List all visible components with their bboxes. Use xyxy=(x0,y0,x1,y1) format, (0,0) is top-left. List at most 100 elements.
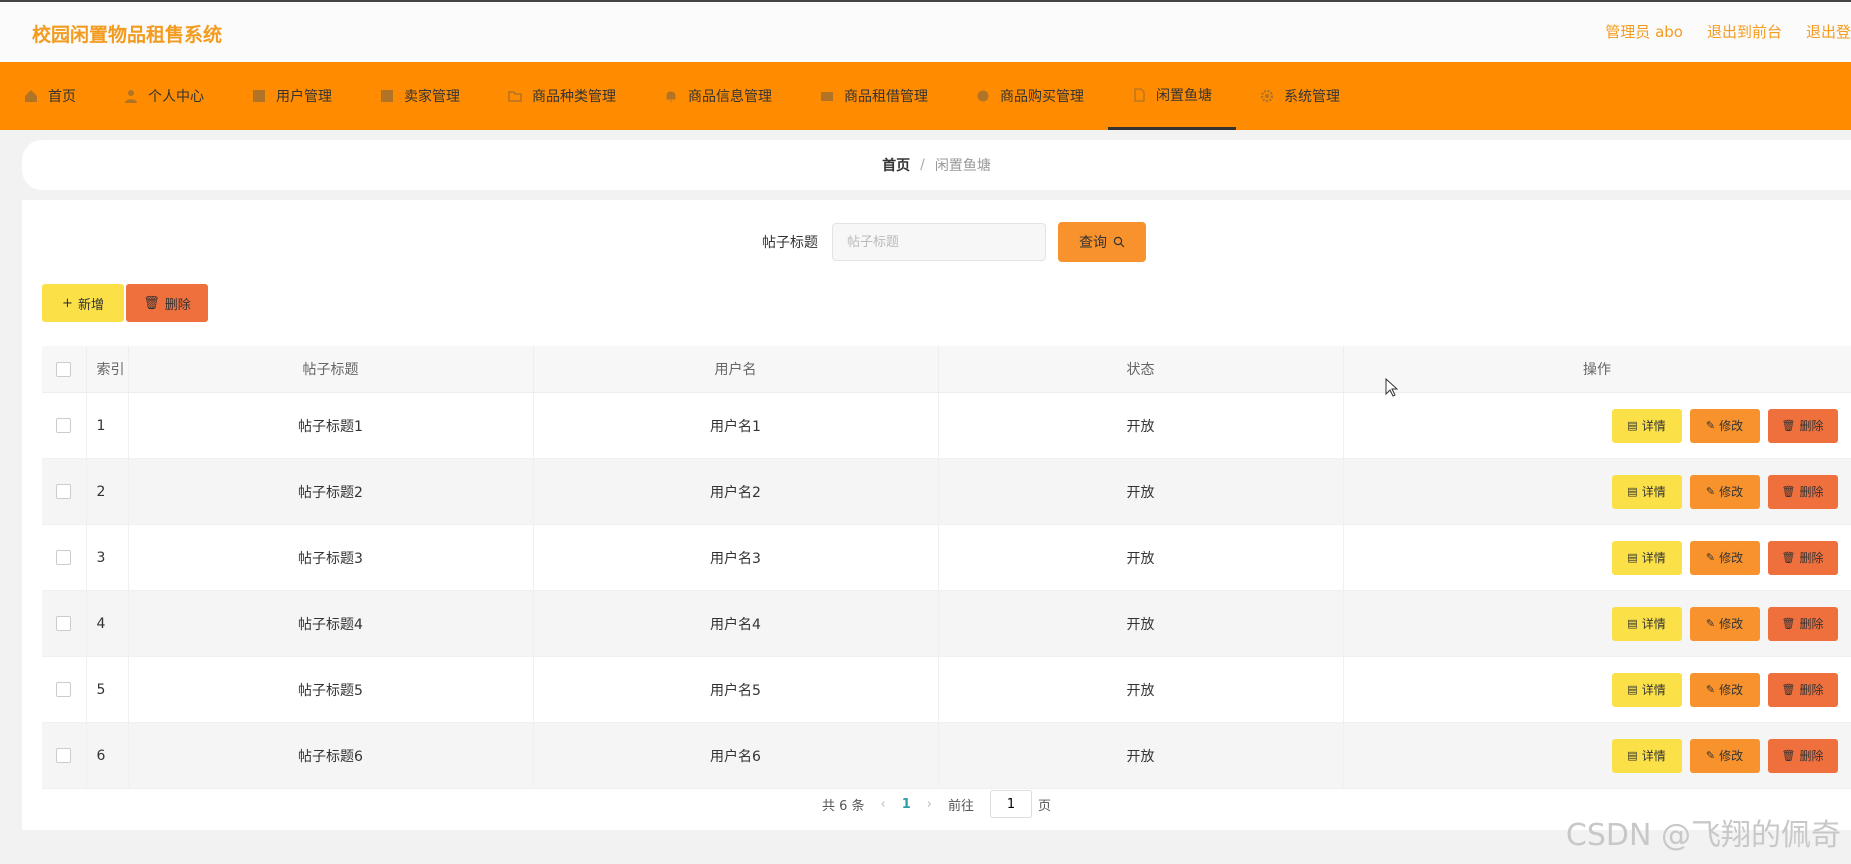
delete-button[interactable]: 🗑 删除 xyxy=(1767,738,1838,773)
row-actions: ▤ 详情 ✎ 修改 🗑 删除 xyxy=(1343,656,1851,723)
row-index: 4 xyxy=(86,590,129,657)
column-header-actions: 操作 xyxy=(1343,346,1851,393)
row-index: 6 xyxy=(86,722,129,789)
trash-icon: 🗑 xyxy=(1781,683,1796,696)
nav-item-personal-center[interactable]: 个人中心 xyxy=(100,62,228,130)
edit-label: 修改 xyxy=(1719,617,1744,631)
bell-icon xyxy=(666,91,676,102)
delete-button[interactable]: 🗑 删除 xyxy=(1767,540,1838,575)
edit-label: 修改 xyxy=(1719,683,1744,697)
batch-delete-button[interactable]: 🗑 删除 xyxy=(126,284,208,322)
breadcrumb-home[interactable]: 首页 xyxy=(882,155,910,175)
detail-label: 详情 xyxy=(1641,551,1666,565)
row-checkbox[interactable] xyxy=(56,550,72,565)
goto-label: 前往 xyxy=(948,798,975,814)
nav-item-home[interactable]: 首页 xyxy=(0,62,100,130)
nav-item-product-info-management[interactable]: 商品信息管理 xyxy=(640,62,796,130)
column-header-index: 索引 xyxy=(86,346,129,393)
nav-item-seller-management[interactable]: 卖家管理 xyxy=(356,62,484,130)
admin-label: 管理员 abo xyxy=(1605,23,1683,41)
goto-page-input[interactable] xyxy=(990,790,1033,818)
delete-label: 删除 xyxy=(1799,617,1824,631)
page-suffix: 页 xyxy=(1038,798,1052,814)
row-title: 帖子标题4 xyxy=(128,590,534,657)
row-status: 开放 xyxy=(938,590,1344,657)
select-all-checkbox[interactable] xyxy=(56,361,72,377)
nav-item-category-management[interactable]: 商品种类管理 xyxy=(484,62,640,130)
detail-button[interactable]: ▤ 详情 xyxy=(1611,540,1682,575)
edit-button[interactable]: ✎ 修改 xyxy=(1689,540,1760,575)
table-row: 6 帖子标题6 用户名6 开放 ▤ 详情 ✎ 修改 🗑 删除 xyxy=(42,722,1851,789)
row-checkbox[interactable] xyxy=(56,484,72,499)
delete-label: 删除 xyxy=(1799,749,1824,763)
nav-item-label: 商品种类管理 xyxy=(532,89,616,105)
next-page-icon[interactable]: › xyxy=(927,797,932,812)
column-header-username: 用户名 xyxy=(533,346,939,393)
document-icon: ▤ xyxy=(1627,749,1638,762)
row-select-cell xyxy=(42,590,87,657)
detail-button[interactable]: ▤ 详情 xyxy=(1611,408,1682,443)
trash-icon: 🗑 xyxy=(143,295,160,311)
add-button[interactable]: + 新增 xyxy=(42,284,124,322)
document-icon: ▤ xyxy=(1627,551,1638,564)
trash-icon: 🗑 xyxy=(1781,617,1796,630)
row-username: 用户名3 xyxy=(533,524,939,591)
delete-button[interactable]: 🗑 删除 xyxy=(1767,408,1838,443)
nav-item-label: 商品购买管理 xyxy=(1000,89,1084,105)
delete-button[interactable]: 🗑 删除 xyxy=(1767,672,1838,707)
edit-label: 修改 xyxy=(1719,485,1744,499)
nav-item-label: 卖家管理 xyxy=(404,89,460,105)
document-icon: ▤ xyxy=(1627,683,1638,696)
trash-icon: 🗑 xyxy=(1781,551,1796,564)
row-select-cell xyxy=(42,392,87,459)
row-status: 开放 xyxy=(938,392,1344,459)
post-title-search-input[interactable] xyxy=(832,223,1046,261)
table-body: 1 帖子标题1 用户名1 开放 ▤ 详情 ✎ 修改 🗑 删除 2 帖子标题2 用户名2… xyxy=(42,392,1851,789)
nav-item-idle-pond[interactable]: 闲置鱼塘 xyxy=(1108,62,1236,130)
pencil-icon: ✎ xyxy=(1705,419,1716,432)
row-index: 5 xyxy=(86,656,129,723)
nav-item-purchase-management[interactable]: 商品购买管理 xyxy=(952,62,1108,130)
detail-label: 详情 xyxy=(1641,419,1666,433)
prev-page-icon[interactable]: ‹ xyxy=(881,797,886,812)
edit-button[interactable]: ✎ 修改 xyxy=(1689,408,1760,443)
detail-button[interactable]: ▤ 详情 xyxy=(1611,672,1682,707)
row-username: 用户名4 xyxy=(533,590,939,657)
posts-table: 索引 帖子标题 用户名 状态 操作 1 帖子标题1 用户名1 开放 ▤ 详情 ✎ 修… xyxy=(42,346,1851,789)
trash-icon: 🗑 xyxy=(1781,485,1796,498)
table-row: 1 帖子标题1 用户名1 开放 ▤ 详情 ✎ 修改 🗑 删除 xyxy=(42,392,1851,459)
nav-item-system-management[interactable]: 系统管理 xyxy=(1236,62,1364,130)
mouse-cursor-icon xyxy=(1385,378,1399,397)
page-number-current[interactable]: 1 xyxy=(902,797,911,812)
row-status: 开放 xyxy=(938,656,1344,723)
detail-button[interactable]: ▤ 详情 xyxy=(1611,474,1682,509)
home-icon xyxy=(25,90,37,102)
row-checkbox[interactable] xyxy=(56,418,72,433)
detail-button[interactable]: ▤ 详情 xyxy=(1611,738,1682,773)
nav-item-rental-management[interactable]: 商品租借管理 xyxy=(796,62,952,130)
row-actions: ▤ 详情 ✎ 修改 🗑 删除 xyxy=(1343,590,1851,657)
delete-button[interactable]: 🗑 删除 xyxy=(1767,474,1838,509)
nav-item-label: 商品租借管理 xyxy=(844,89,928,105)
batch-delete-label: 删除 xyxy=(164,297,191,313)
table-icon xyxy=(253,90,265,102)
row-checkbox[interactable] xyxy=(56,682,72,697)
detail-button[interactable]: ▤ 详情 xyxy=(1611,606,1682,641)
logout-link[interactable]: 退出登 xyxy=(1806,21,1851,42)
nav-item-label: 系统管理 xyxy=(1284,89,1340,105)
edit-button[interactable]: ✎ 修改 xyxy=(1689,672,1760,707)
edit-button[interactable]: ✎ 修改 xyxy=(1689,738,1760,773)
back-to-frontend-link[interactable]: 退出到前台 xyxy=(1707,21,1782,42)
row-checkbox[interactable] xyxy=(56,616,72,631)
delete-button[interactable]: 🗑 删除 xyxy=(1767,606,1838,641)
edit-button[interactable]: ✎ 修改 xyxy=(1689,474,1760,509)
query-button[interactable]: 查询 xyxy=(1058,222,1146,262)
row-index: 2 xyxy=(86,458,129,525)
breadcrumb: 首页 / 闲置鱼塘 xyxy=(22,140,1851,190)
nav-item-user-management[interactable]: 用户管理 xyxy=(228,62,356,130)
row-actions: ▤ 详情 ✎ 修改 🗑 删除 xyxy=(1343,392,1851,459)
edit-button[interactable]: ✎ 修改 xyxy=(1689,606,1760,641)
row-actions: ▤ 详情 ✎ 修改 🗑 删除 xyxy=(1343,524,1851,591)
trash-icon: 🗑 xyxy=(1781,749,1796,762)
row-checkbox[interactable] xyxy=(56,748,72,763)
